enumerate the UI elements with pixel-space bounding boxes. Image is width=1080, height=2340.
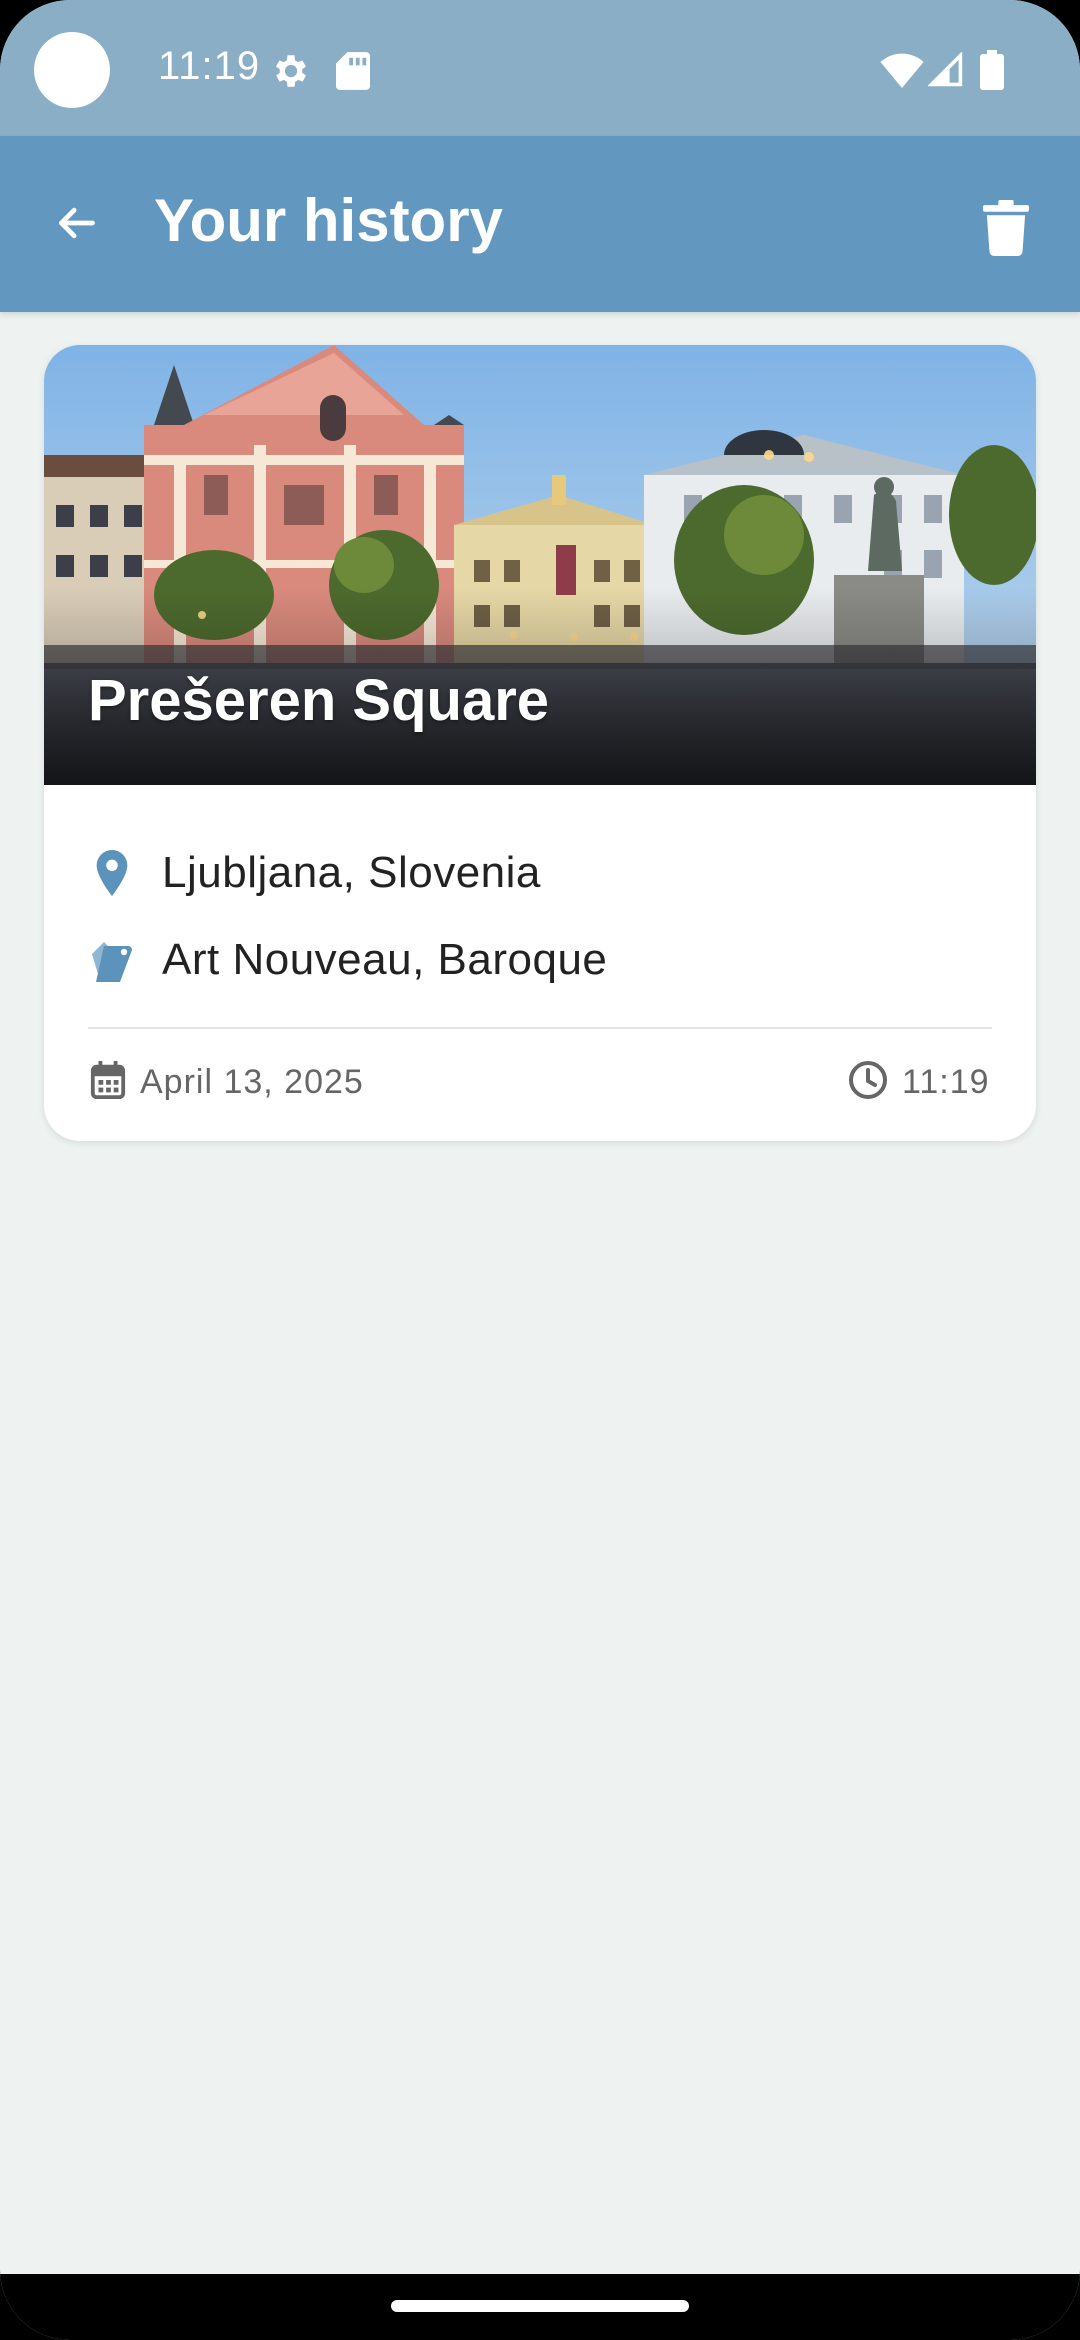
clock-icon bbox=[848, 1060, 888, 1105]
calendar-icon bbox=[90, 1060, 126, 1104]
navigation-bar bbox=[0, 2274, 1080, 2340]
trash-icon bbox=[983, 199, 1029, 261]
battery-icon bbox=[980, 50, 1004, 95]
app-bar: Your history bbox=[0, 136, 1080, 312]
style-tags-icon bbox=[88, 936, 136, 984]
history-card[interactable]: Prešeren Square Ljubljana, Slovenia Art … bbox=[44, 345, 1036, 1141]
location-text: Ljubljana, Slovenia bbox=[162, 848, 541, 897]
sd-card-icon bbox=[336, 52, 370, 95]
home-gesture-handle[interactable] bbox=[391, 2300, 689, 2312]
screen: 11:19 Your history Prešeren Square Ljubl… bbox=[0, 0, 1080, 2340]
wifi-icon bbox=[880, 52, 924, 93]
visit-date: April 13, 2025 bbox=[140, 1062, 364, 1101]
back-button[interactable] bbox=[36, 190, 116, 260]
date-meta: April 13, 2025 bbox=[90, 1051, 364, 1113]
page-title: Your history bbox=[154, 187, 503, 254]
camera-cutout bbox=[34, 32, 110, 108]
location-pin-icon bbox=[88, 849, 136, 897]
time-meta: 11:19 bbox=[848, 1051, 990, 1113]
delete-history-button[interactable] bbox=[966, 190, 1046, 270]
arrow-back-icon bbox=[51, 201, 101, 250]
location-row: Ljubljana, Slovenia bbox=[88, 838, 541, 908]
style-row: Art Nouveau, Baroque bbox=[88, 925, 607, 995]
place-title: Prešeren Square bbox=[88, 668, 550, 733]
cell-signal-icon bbox=[927, 51, 964, 93]
status-bar: 11:19 bbox=[0, 0, 1080, 136]
place-photo: Prešeren Square bbox=[44, 345, 1036, 785]
card-divider bbox=[88, 1027, 992, 1029]
settings-gear-icon bbox=[270, 50, 312, 97]
status-time: 11:19 bbox=[158, 44, 261, 88]
style-text: Art Nouveau, Baroque bbox=[162, 935, 608, 984]
visit-time: 11:19 bbox=[902, 1062, 990, 1101]
